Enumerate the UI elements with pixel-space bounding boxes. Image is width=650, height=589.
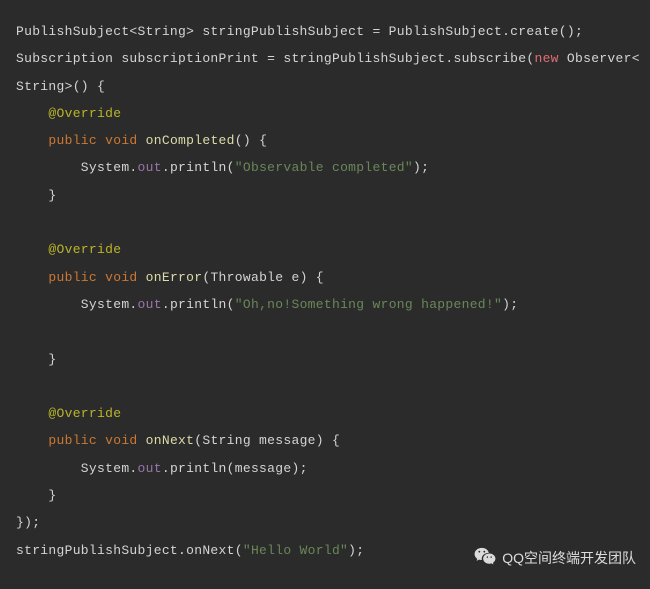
code-token: new [534,51,558,66]
code-token [16,106,48,121]
code-token: } [16,352,57,367]
code-token: (Throwable e) { [202,270,324,285]
code-token: out [138,461,162,476]
code-token: } [16,488,57,503]
code-token: "Observable completed" [235,160,413,175]
code-token: (String message) { [194,433,340,448]
code-token: "Hello World" [243,543,348,558]
wechat-icon [474,546,496,569]
code-token: ); [502,297,518,312]
code-token [97,433,105,448]
watermark-text: QQ空间终端开发团队 [502,548,636,568]
code-token: ); [413,160,429,175]
code-token: onCompleted [146,133,235,148]
code-token: void [105,433,137,448]
code-token: String>() { [16,79,105,94]
code-token: out [138,297,162,312]
code-token [16,133,48,148]
code-token: System. [16,297,138,312]
code-token: } [16,188,57,203]
code-token: }); [16,515,40,530]
code-token [138,270,146,285]
code-token: ); [348,543,364,558]
code-token [16,242,48,257]
code-token: System. [16,160,138,175]
code-token [97,270,105,285]
code-token: Observer< [559,51,640,66]
code-block: PublishSubject<String> stringPublishSubj… [0,0,650,582]
code-token: "Oh,no!Something wrong happened!" [235,297,502,312]
code-token [16,433,48,448]
code-token: public [48,270,97,285]
code-token: PublishSubject<String> stringPublishSubj… [16,24,583,39]
code-token: public [48,433,97,448]
code-token [138,433,146,448]
code-token [16,270,48,285]
code-token: () { [235,133,267,148]
code-token [97,133,105,148]
code-token [138,133,146,148]
code-token: onNext [146,433,195,448]
code-token: .println( [162,297,235,312]
code-token: .println(message); [162,461,308,476]
code-token: @Override [48,106,121,121]
code-token: stringPublishSubject.onNext( [16,543,243,558]
code-token: @Override [48,242,121,257]
code-token: void [105,133,137,148]
code-token: System. [16,461,138,476]
code-token: @Override [48,406,121,421]
code-token: .println( [162,160,235,175]
code-token: Subscription subscriptionPrint = stringP… [16,51,534,66]
code-token: out [138,160,162,175]
code-token: public [48,133,97,148]
code-token [16,406,48,421]
code-token: onError [146,270,203,285]
watermark: QQ空间终端开发团队 [474,546,636,569]
code-token: void [105,270,137,285]
